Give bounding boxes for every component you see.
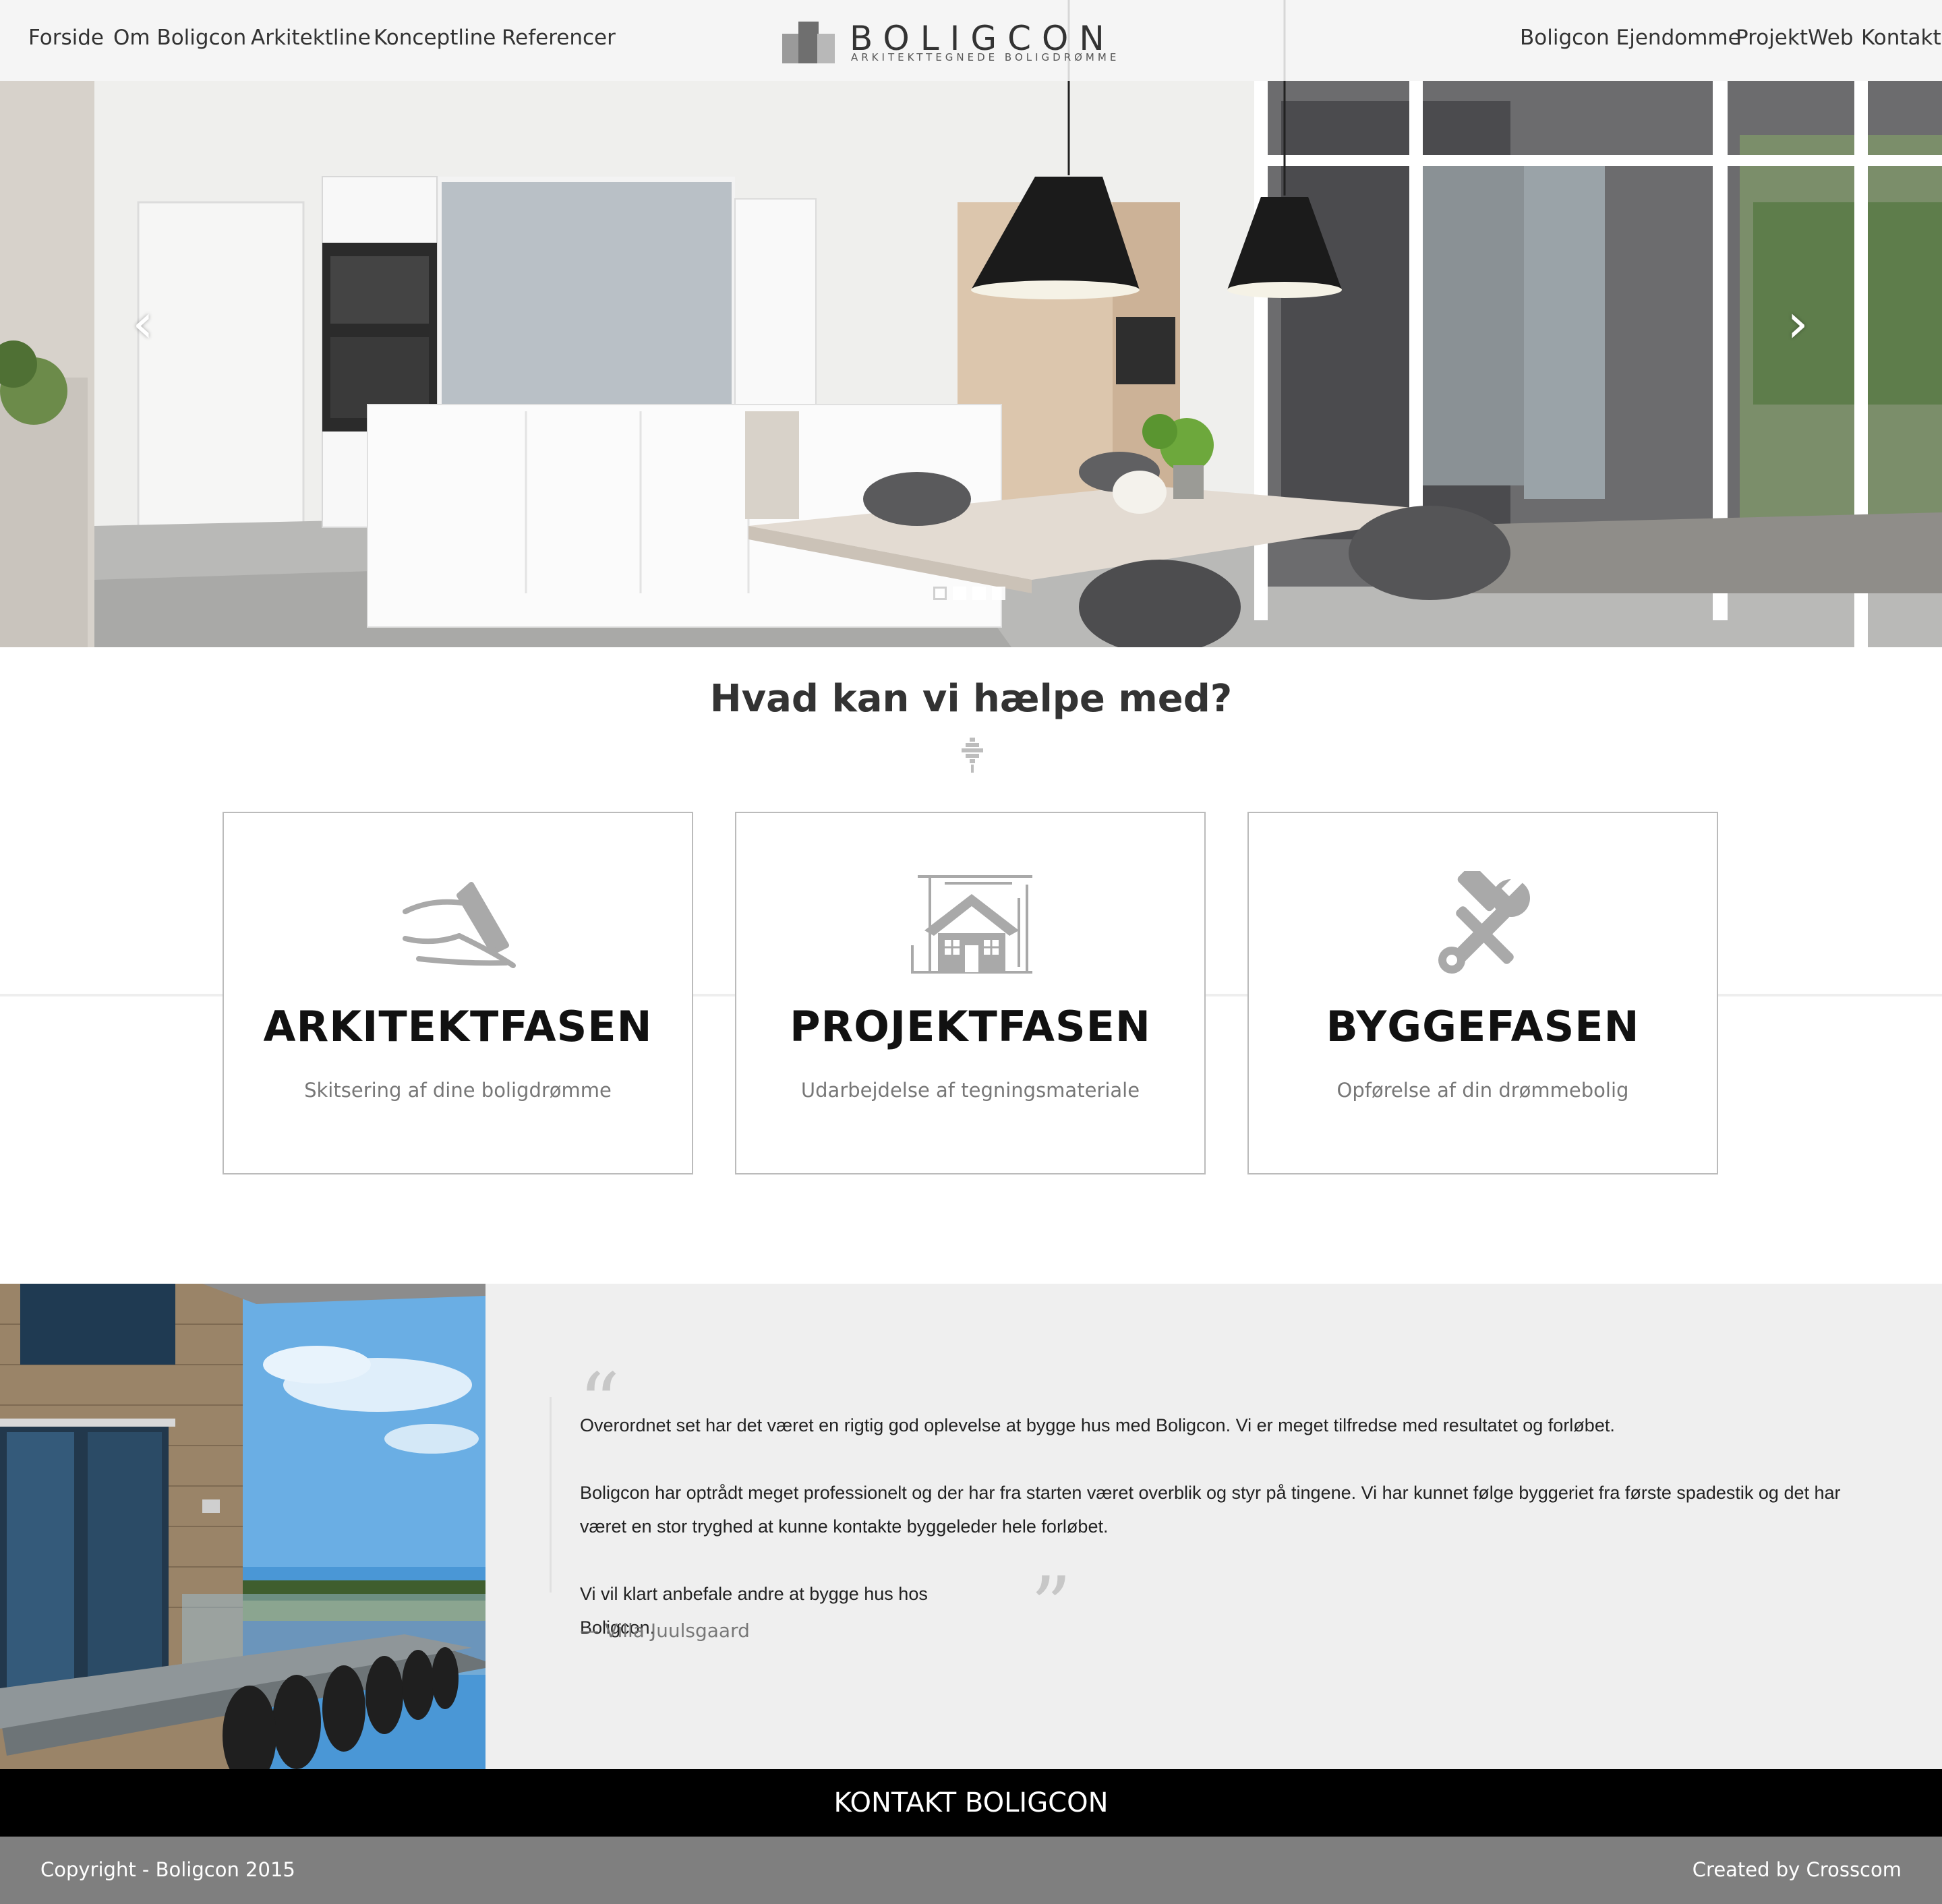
service-card-arkitektfasen[interactable]: ARKITEKTFASEN Skitsering af dine boligdr… (223, 812, 693, 1174)
nav-boligcon-ejendomme[interactable]: Boligcon Ejendomme (1520, 26, 1741, 50)
carousel-prev-button[interactable]: ‹ (123, 297, 163, 351)
chevron-right-icon: › (1787, 292, 1808, 355)
logo-tagline: ARKITEKTTEGNEDE BOLIGDRØMME (851, 51, 1120, 63)
testimonial-paragraph: Overordnet set har det været en rigtig g… (580, 1415, 1615, 1435)
logo-mark-icon (782, 22, 835, 63)
card-title: PROJEKTFASEN (790, 1002, 1151, 1051)
nav-kontakt[interactable]: Kontakt (1861, 26, 1941, 50)
card-subtitle: Opførelse af din drømmebolig (1336, 1079, 1629, 1102)
footer-credits-link[interactable]: Created by Crosscom (1693, 1858, 1902, 1881)
testimonial-section: “ Overordnet set har det været en rigtig… (0, 1284, 1942, 1769)
footer: Copyright - Boligcon 2015 Created by Cro… (0, 1837, 1942, 1904)
hero-image (0, 0, 1942, 647)
nav-konceptline[interactable]: Konceptline (374, 26, 496, 50)
nav-om-boligcon[interactable]: Om Boligcon (113, 26, 246, 50)
testimonial-author: — Villa Juulsgaard (580, 1619, 750, 1642)
carousel-dot[interactable] (953, 587, 966, 600)
close-quote-icon: ” (1030, 1560, 1072, 1654)
chevron-left-icon: ‹ (132, 292, 154, 355)
tools-icon (1438, 871, 1530, 974)
nav-arkitektline[interactable]: Arkitektline (251, 26, 371, 50)
contact-cta-button[interactable]: KONTAKT BOLIGCON (0, 1769, 1942, 1837)
card-title: ARKITEKTFASEN (263, 1002, 653, 1051)
card-subtitle: Skitsering af dine boligdrømme (304, 1079, 612, 1102)
carousel-next-button[interactable]: › (1777, 297, 1818, 351)
carousel-dot[interactable] (992, 587, 1005, 600)
carousel-dot[interactable] (972, 587, 986, 600)
nav-forside[interactable]: Forside (28, 26, 104, 50)
hand-sketch-icon (403, 882, 516, 968)
nav-projektweb[interactable]: ProjektWeb (1736, 26, 1854, 50)
services-heading: Hvad kan vi hælpe med? (709, 677, 1233, 721)
service-card-projektfasen[interactable]: PROJEKTFASEN Udarbejdelse af tegningsmat… (735, 812, 1206, 1174)
card-subtitle: Udarbejdelse af tegningsmateriale (800, 1079, 1140, 1102)
service-card-byggefasen[interactable]: BYGGEFASEN Opførelse af din drømmebolig (1247, 812, 1718, 1174)
carousel-dot[interactable] (933, 587, 947, 600)
divider-ornament-icon (962, 738, 983, 773)
footer-copyright: Copyright - Boligcon 2015 (40, 1858, 295, 1881)
quote-border (550, 1397, 552, 1593)
boligcon-logo[interactable]: BOLIGCON ARKITEKTTEGNEDE BOLIGDRØMME (782, 18, 1126, 65)
testimonial-paragraph: Boligcon har optrådt meget professionelt… (580, 1483, 1841, 1537)
top-navigation: Forside Om Boligcon Arkitektline Koncept… (0, 0, 1942, 81)
nav-referencer[interactable]: Referencer (502, 26, 616, 50)
house-blueprint-icon (911, 875, 1032, 974)
carousel-indicators (933, 587, 1011, 603)
card-title: BYGGEFASEN (1326, 1002, 1640, 1051)
hero-carousel: Forside Om Boligcon Arkitektline Koncept… (0, 0, 1942, 647)
house-terrace-photo (0, 1284, 486, 1769)
